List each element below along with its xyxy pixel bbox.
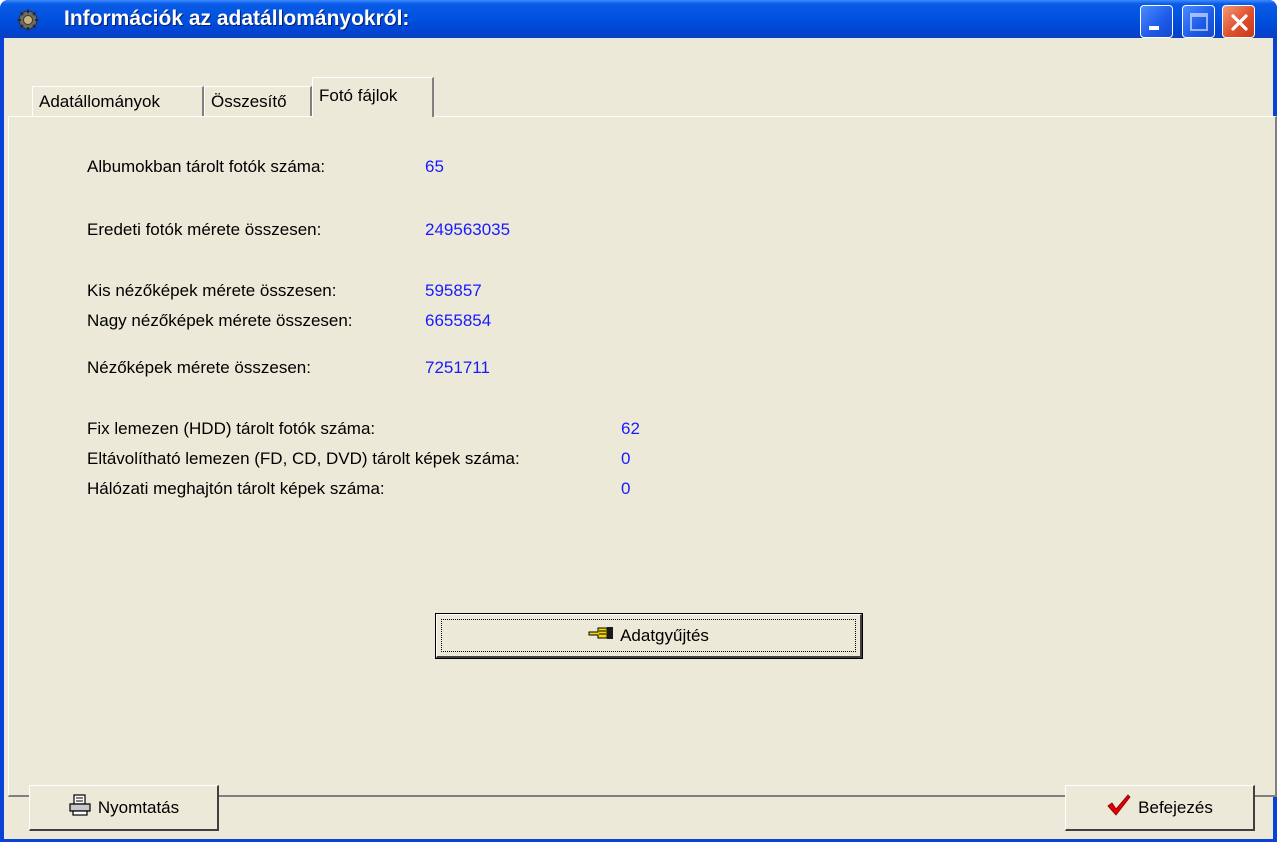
- small-thumbs-value: 595857: [425, 281, 482, 300]
- finish-label: Befejezés: [1138, 797, 1213, 817]
- collect-data-button[interactable]: Adatgyűjtés: [435, 613, 863, 659]
- window-client-area: Adatállományok Összesítő Fotó fájlok Alb…: [4, 38, 1277, 839]
- print-label: Nyomtatás: [97, 797, 180, 817]
- close-icon: [1231, 14, 1248, 31]
- removable-images-value: 0: [621, 449, 631, 468]
- app-icon[interactable]: [17, 9, 39, 31]
- large-thumbs-value: 6655854: [425, 311, 492, 330]
- printer-icon: [68, 794, 92, 821]
- original-size-label: Eredeti fotók mérete összesen:: [87, 220, 322, 239]
- close-button[interactable]: [1222, 5, 1255, 38]
- thumbs-total-label: Nézőképek mérete összesen:: [87, 358, 311, 377]
- tab-osszesito[interactable]: Összesítő: [204, 86, 312, 116]
- app-window: Információk az adatállományokról: Adatál…: [0, 0, 1277, 842]
- window-title: Információk az adatállományokról:: [64, 7, 410, 30]
- tab-foto-fajlok[interactable]: Fotó fájlok: [312, 77, 434, 117]
- tab-adatallomanyok[interactable]: Adatállományok: [32, 86, 204, 116]
- minimize-icon: [1149, 26, 1159, 30]
- minimize-button[interactable]: [1140, 5, 1173, 38]
- album-photos-value: 65: [425, 157, 444, 176]
- maximize-button[interactable]: [1182, 5, 1215, 38]
- print-button[interactable]: Nyomtatás: [29, 785, 219, 831]
- finish-button[interactable]: Befejezés: [1065, 785, 1255, 831]
- thumbs-total-value: 7251711: [425, 358, 490, 377]
- album-photos-label: Albumokban tárolt fotók száma:: [87, 157, 326, 176]
- removable-images-label: Eltávolítható lemezen (FD, CD, DVD) táro…: [87, 449, 520, 468]
- tab-panel-foto-fajlok: Albumokban tárolt fotók száma: 65 Eredet…: [8, 116, 1277, 797]
- hdd-photos-value: 62: [621, 419, 640, 438]
- checkmark-icon: [1106, 793, 1132, 822]
- small-thumbs-label: Kis nézőképek mérete összesen:: [87, 281, 337, 300]
- focus-ring: [441, 619, 856, 652]
- original-size-value: 249563035: [425, 220, 511, 239]
- maximize-icon: [1190, 13, 1208, 31]
- title-bar[interactable]: Információk az adatállományokról:: [0, 0, 1277, 38]
- hdd-photos-label: Fix lemezen (HDD) tárolt fotók száma:: [87, 419, 376, 438]
- network-images-value: 0: [621, 479, 631, 498]
- large-thumbs-label: Nagy nézőképek mérete összesen:: [87, 311, 353, 330]
- network-images-label: Hálózati meghajtón tárolt képek száma:: [87, 479, 385, 498]
